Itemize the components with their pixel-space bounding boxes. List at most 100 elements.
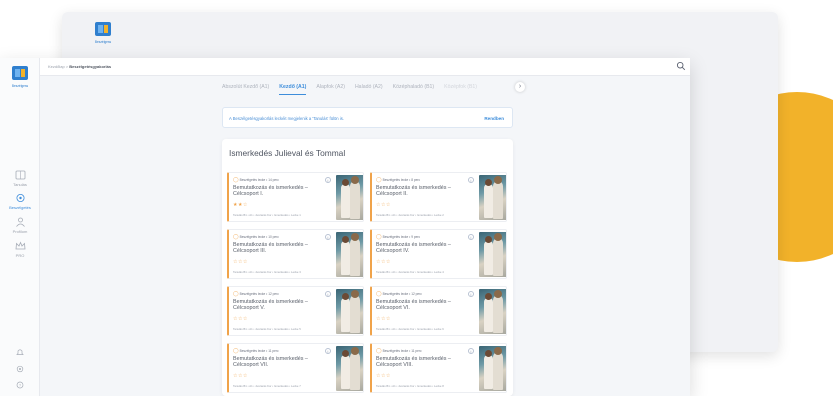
dismiss-info-button[interactable]: Rendben xyxy=(484,116,504,121)
tab-elementary[interactable]: Alapfok (A2) xyxy=(316,84,345,94)
app-window: Beszélgess Tanulás Beszélgetés Profilom … xyxy=(0,58,690,396)
lesson-title: Bemutatkozás és ismerkedés – Célcsoport … xyxy=(233,242,308,255)
tab-advanced[interactable]: Haladó (A2) xyxy=(355,84,383,94)
search-icon[interactable] xyxy=(676,61,686,71)
lesson-title: Bemutatkozás és ismerkedés – Célcsoport … xyxy=(376,299,451,312)
info-text: A Beszélgetésgyakorlás leckéit megjeleni… xyxy=(229,116,344,121)
lightbulb-icon: ◯ xyxy=(233,177,239,183)
lesson-card[interactable]: ◯Beszélgetés lecke • 9 perc i Bemutatkoz… xyxy=(370,229,507,279)
sidebar-item-label: Beszélgetés xyxy=(9,205,31,210)
lesson-meta: Tanulás B1 • A1 • Juszarás Kor • Ismerke… xyxy=(233,213,301,217)
lightbulb-icon: ◯ xyxy=(376,177,382,183)
breadcrumb-root[interactable]: Kezdőlap xyxy=(48,64,65,69)
svg-text:Beszélgess: Beszélgess xyxy=(95,40,112,44)
sidebar-item-profile[interactable]: Profilom xyxy=(0,217,40,234)
info-icon[interactable]: i xyxy=(468,291,474,297)
lesson-photo xyxy=(479,346,506,391)
lesson-photo xyxy=(336,232,363,277)
svg-text:?: ? xyxy=(19,383,22,388)
tab-beginner[interactable]: Kezdő (A1) xyxy=(279,84,307,95)
lesson-card[interactable]: ◯Beszélgetés lecke • 12 perc i Bemutatko… xyxy=(227,286,364,336)
lesson-meta: Tanulás B1 • A1 • Juszarás Kor • Ismerke… xyxy=(376,327,444,331)
lesson-card[interactable]: ◯Beszélgetés lecke • 14 perc i Bemutatko… xyxy=(227,172,364,222)
lesson-meta: Tanulás B1 • A1 • Juszarás Kor • Ismerke… xyxy=(233,384,301,388)
lightbulb-icon: ◯ xyxy=(376,348,382,354)
lesson-tag: ◯Beszélgetés lecke • 11 perc xyxy=(376,348,422,354)
lesson-title: Bemutatkozás és ismerkedés – Célcsoport … xyxy=(376,242,451,255)
lesson-tag: ◯Beszélgetés lecke • 12 perc xyxy=(233,291,279,297)
lesson-tag: ◯Beszélgetés lecke • 9 perc xyxy=(376,234,421,240)
lesson-title: Bemutatkozás és ismerkedés – Célcsoport … xyxy=(376,356,451,369)
info-icon[interactable]: i xyxy=(468,234,474,240)
star-rating: ☆☆☆ xyxy=(376,373,391,379)
breadcrumb: Kezdőlap > Beszélgetésgyakorlás xyxy=(48,64,111,69)
lesson-meta: Tanulás B1 • A1 • Juszarás Kor • Ismerke… xyxy=(233,270,301,274)
app-logo-icon: Beszélgess xyxy=(95,22,112,44)
info-banner: A Beszélgetésgyakorlás leckéit megjeleni… xyxy=(222,107,513,128)
lesson-title: Bemutatkozás és ismerkedés – Célcsoport … xyxy=(233,299,308,312)
lesson-tag: ◯Beszélgetés lecke • 8 perc xyxy=(376,177,421,183)
info-icon[interactable]: i xyxy=(468,177,474,183)
lesson-card[interactable]: ◯Beszélgetés lecke • 11 perc i Bemutatko… xyxy=(370,343,507,393)
star-rating: ☆☆☆ xyxy=(376,316,391,322)
lesson-card[interactable]: ◯Beszélgetés lecke • 12 perc i Bemutatko… xyxy=(370,286,507,336)
lesson-photo xyxy=(479,232,506,277)
bell-icon[interactable] xyxy=(0,348,40,356)
breadcrumb-current: Beszélgetésgyakorlás xyxy=(69,64,112,69)
screenshot-stage: Beszélgess Beszélgess Tanulás Beszélgeté… xyxy=(0,0,833,396)
lesson-photo xyxy=(336,289,363,334)
lightbulb-icon: ◯ xyxy=(233,234,239,240)
star-rating: ☆☆☆ xyxy=(233,259,248,265)
lesson-meta: Tanulás B1 • A1 • Juszarás Kor • Ismerke… xyxy=(376,270,444,274)
sidebar-item-label: Tanulás xyxy=(13,182,27,187)
lesson-photo xyxy=(479,175,506,220)
lesson-title: Bemutatkozás és ismerkedés – Célcsoport … xyxy=(376,185,451,198)
lesson-card[interactable]: ◯Beszélgetés lecke • 10 perc i Bemutatko… xyxy=(227,229,364,279)
lesson-tag: ◯Beszélgetés lecke • 10 perc xyxy=(233,234,279,240)
lesson-meta: Tanulás B1 • A1 • Juszarás Kor • Ismerke… xyxy=(376,384,444,388)
lightbulb-icon: ◯ xyxy=(376,234,382,240)
tabs-next-chevron-icon[interactable]: › xyxy=(515,82,525,92)
crown-icon xyxy=(15,241,25,250)
star-rating: ☆☆☆ xyxy=(233,373,248,379)
lightbulb-icon: ◯ xyxy=(376,291,382,297)
lesson-meta: Tanulás B1 • A1 • Juszarás Kor • Ismerke… xyxy=(233,327,301,331)
lesson-section: Ismerkedés Julieval és Tommal ◯Beszélget… xyxy=(222,139,513,396)
section-title: Ismerkedés Julieval és Tommal xyxy=(229,148,346,158)
sidebar: Beszélgess Tanulás Beszélgetés Profilom … xyxy=(0,58,40,396)
svg-text:Beszélgess: Beszélgess xyxy=(12,84,29,88)
star-rating: ☆☆☆ xyxy=(376,202,391,208)
lightbulb-icon: ◯ xyxy=(233,348,239,354)
level-tabs: Abszolút Kezdő (A1) Kezdő (A1) Alapfok (A2… xyxy=(222,82,525,98)
info-icon[interactable]: i xyxy=(325,177,331,183)
lesson-tag: ◯Beszélgetés lecke • 11 perc xyxy=(233,348,279,354)
info-icon[interactable]: i xyxy=(325,348,331,354)
lesson-card[interactable]: ◯Beszélgetés lecke • 8 perc i Bemutatkoz… xyxy=(370,172,507,222)
star-rating: ☆☆☆ xyxy=(233,316,248,322)
lesson-photo xyxy=(336,346,363,391)
lesson-photo xyxy=(479,289,506,334)
settings-icon[interactable] xyxy=(0,365,40,373)
lesson-tag: ◯Beszélgetés lecke • 14 perc xyxy=(233,177,279,183)
tab-absolute-beginner[interactable]: Abszolút Kezdő (A1) xyxy=(222,84,269,94)
sidebar-item-conversation[interactable]: Beszélgetés xyxy=(0,193,40,210)
app-logo-icon[interactable]: Beszélgess xyxy=(9,64,31,90)
lesson-tag: ◯Beszélgetés lecke • 12 perc xyxy=(376,291,422,297)
tab-intermediate[interactable]: Középhaladó (B1) xyxy=(393,84,435,94)
info-icon[interactable]: i xyxy=(468,348,474,354)
lesson-card[interactable]: ◯Beszélgetés lecke • 11 perc i Bemutatko… xyxy=(227,343,364,393)
top-bar: Kezdőlap > Beszélgetésgyakorlás xyxy=(40,58,690,76)
sidebar-item-learning[interactable]: Tanulás xyxy=(0,170,40,187)
tab-upper-intermediate[interactable]: Középfok (B1) xyxy=(444,84,477,94)
lesson-photo xyxy=(336,175,363,220)
help-icon[interactable]: ? xyxy=(0,381,40,389)
star-rating: ☆☆☆ xyxy=(376,259,391,265)
info-icon[interactable]: i xyxy=(325,234,331,240)
lightbulb-icon: ◯ xyxy=(233,291,239,297)
user-icon xyxy=(15,217,25,227)
info-icon[interactable]: i xyxy=(325,291,331,297)
chat-icon xyxy=(16,194,24,202)
sidebar-item-label: Profilom xyxy=(12,229,28,234)
sidebar-item-pro[interactable]: PRO xyxy=(0,241,40,258)
sidebar-item-label: PRO xyxy=(15,253,25,258)
